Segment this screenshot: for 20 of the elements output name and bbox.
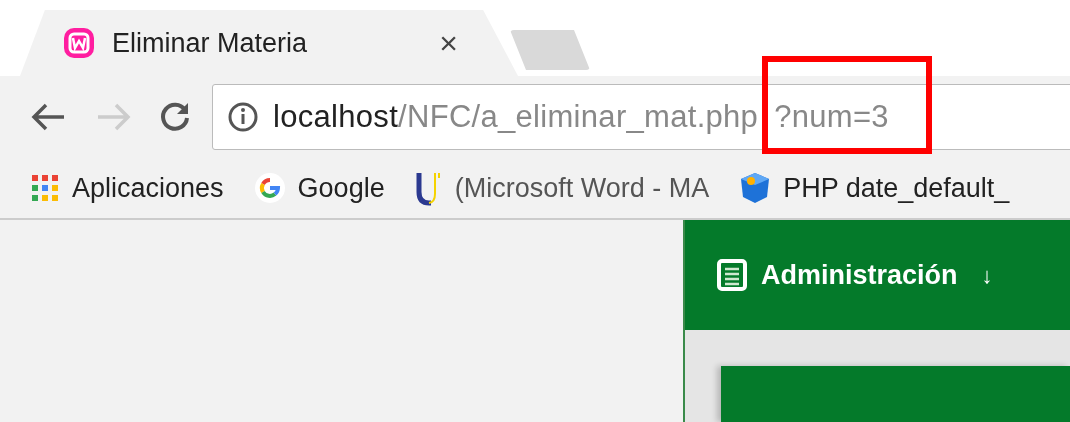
back-arrow-icon[interactable]: [30, 101, 66, 133]
address-bar[interactable]: localhost/NFC/a_eliminar_mat.php ?num=3: [212, 84, 1070, 150]
info-icon: [227, 101, 259, 133]
url-text: localhost/NFC/a_eliminar_mat.php ?num=3: [273, 97, 889, 136]
tab-title: Eliminar Materia: [112, 26, 308, 60]
u-logo-icon: [414, 170, 443, 206]
reload-icon[interactable]: [158, 100, 192, 134]
bookmark-link[interactable]: Google: [297, 167, 385, 209]
google-g-icon: [253, 172, 286, 204]
bookmark-link[interactable]: (Microsoft Word - MA: [454, 167, 710, 209]
nav-menu-link[interactable]: Administración: [761, 254, 958, 296]
down-arrow-icon[interactable]: ↓: [981, 258, 993, 292]
cube-icon: [739, 171, 772, 205]
document-icon: [717, 259, 747, 291]
close-icon[interactable]: ×: [439, 27, 458, 59]
apps-grid-icon: [30, 173, 60, 203]
browser-tab[interactable]: Eliminar Materia ×: [20, 10, 518, 76]
logo-icon: [62, 26, 96, 60]
bookmark-link[interactable]: PHP date_default_: [783, 167, 1010, 209]
bookmark-link[interactable]: Aplicaciones: [72, 167, 224, 209]
